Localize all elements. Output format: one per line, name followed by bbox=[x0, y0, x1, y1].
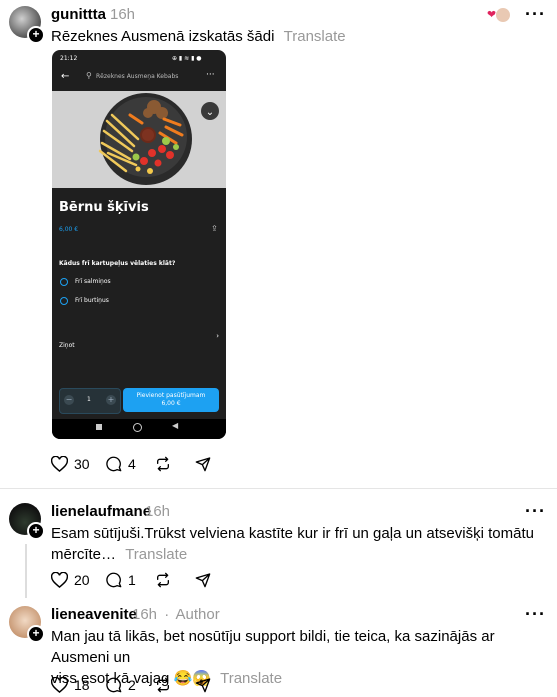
reply-button[interactable]: 1 bbox=[106, 572, 136, 588]
post-text: Rēzeknes Ausmenā izskatās šādi Translate bbox=[51, 26, 346, 47]
repost-icon bbox=[157, 572, 169, 588]
like-count: 18 bbox=[74, 677, 90, 693]
share-button[interactable] bbox=[195, 677, 211, 693]
more-options-icon[interactable]: ··· bbox=[525, 604, 546, 625]
back-arrow-icon[interactable]: ← bbox=[61, 71, 69, 82]
reply-line-1: Esam sūtījuši.Trūkst velviena kastīte ku… bbox=[51, 525, 534, 542]
option-radio-1[interactable]: Frī salmiņos bbox=[59, 277, 209, 289]
collapse-chevron-icon[interactable] bbox=[201, 102, 219, 120]
option-label: Frī salmiņos bbox=[75, 278, 111, 285]
android-nav-bar: ◀ bbox=[52, 419, 226, 439]
heart-icon bbox=[51, 677, 68, 693]
reply-count: 4 bbox=[128, 456, 136, 472]
reply-line-2-wrap: mērcīte… Translate bbox=[51, 544, 541, 565]
comment-icon bbox=[106, 572, 122, 588]
notes-row[interactable]: Ziņot › bbox=[59, 332, 219, 349]
like-button[interactable]: 30 bbox=[51, 456, 90, 472]
reply-time-value: 16h bbox=[132, 606, 158, 623]
post-body: Rēzeknes Ausmenā izskatās šādi bbox=[51, 28, 275, 45]
send-icon bbox=[195, 457, 211, 472]
send-icon bbox=[195, 573, 211, 588]
repost-icon bbox=[157, 456, 169, 472]
reply-actions: 20 1 bbox=[51, 572, 251, 592]
liked-by-badge: ❤ bbox=[487, 7, 511, 23]
follow-plus-icon[interactable]: + bbox=[27, 625, 45, 643]
heart-icon bbox=[51, 456, 68, 472]
chevron-right-icon: › bbox=[216, 332, 219, 340]
reply-username[interactable]: lienelaufmane bbox=[51, 503, 151, 520]
reply-count: 1 bbox=[128, 572, 136, 588]
like-count: 20 bbox=[74, 572, 90, 588]
reply-username[interactable]: lieneavenite bbox=[51, 606, 137, 623]
like-button[interactable]: 20 bbox=[51, 572, 90, 588]
add-to-order-button[interactable]: Pievienot pasūtījumam 6,00 € bbox=[123, 388, 219, 412]
food-photo: ⌄ bbox=[52, 91, 226, 188]
repost-button[interactable] bbox=[155, 456, 171, 472]
phone-more-icon[interactable]: ··· bbox=[206, 70, 215, 80]
option-question: Kādus frī kartupeļus vēlaties klāt? bbox=[59, 260, 176, 267]
status-time: 21:12 bbox=[60, 55, 78, 62]
heart-icon bbox=[51, 572, 68, 588]
reply-button[interactable]: 4 bbox=[106, 456, 136, 472]
repost-button[interactable] bbox=[155, 677, 171, 693]
plus-icon[interactable]: + bbox=[106, 395, 116, 405]
repost-button[interactable] bbox=[155, 572, 171, 588]
post-username[interactable]: gunittta bbox=[51, 6, 106, 23]
reply-count: 2 bbox=[128, 677, 136, 693]
notes-label: Ziņot bbox=[59, 342, 75, 349]
post-actions: 30 4 bbox=[51, 456, 251, 476]
radio-circle-icon bbox=[60, 278, 68, 286]
comment-icon bbox=[106, 677, 122, 693]
reply-text: Esam sūtījuši.Trūkst velviena kastīte ku… bbox=[51, 523, 541, 565]
item-price: 6,00 € bbox=[59, 226, 79, 233]
quantity-value: 1 bbox=[87, 396, 91, 403]
reply-time: 16h bbox=[145, 503, 171, 520]
add-button-price: 6,00 € bbox=[161, 400, 181, 407]
option-radio-2[interactable]: Frī burtiņus bbox=[59, 296, 209, 308]
thread-line bbox=[25, 544, 27, 598]
repost-icon bbox=[157, 677, 169, 693]
comment-icon bbox=[106, 456, 122, 472]
follow-plus-icon[interactable]: + bbox=[27, 26, 45, 44]
attached-image[interactable]: 21:12 ⊕ ▮ ≋ ▮ ● ← ⚲ Rēzeknes Ausmeņa Keb… bbox=[52, 50, 226, 439]
send-icon bbox=[195, 678, 211, 693]
divider bbox=[0, 488, 557, 489]
translate-link[interactable]: Translate bbox=[284, 28, 346, 45]
share-button[interactable] bbox=[195, 572, 211, 588]
minus-icon[interactable]: − bbox=[64, 395, 74, 405]
post-time: 16h bbox=[110, 6, 136, 23]
like-button[interactable]: 18 bbox=[51, 677, 90, 693]
back-triangle-icon[interactable]: ◀ bbox=[172, 421, 178, 430]
reply-actions: 18 2 bbox=[51, 677, 251, 697]
search-text[interactable]: Rēzeknes Ausmeņa Kebabs bbox=[96, 73, 178, 80]
home-icon[interactable] bbox=[133, 423, 142, 432]
item-title: Bērnu šķīvis bbox=[59, 200, 149, 215]
quantity-stepper[interactable]: − 1 + bbox=[59, 388, 121, 414]
reply-line-1: Man jau tā likās, bet nosūtīju support b… bbox=[51, 628, 495, 666]
share-icon[interactable]: ⇪ bbox=[211, 224, 218, 233]
option-label: Frī burtiņus bbox=[75, 297, 109, 304]
like-count: 30 bbox=[74, 456, 90, 472]
status-icons: ⊕ ▮ ≋ ▮ ● bbox=[172, 55, 202, 62]
reply-button[interactable]: 2 bbox=[106, 677, 136, 693]
translate-link[interactable]: Translate bbox=[125, 546, 187, 563]
liker-avatar bbox=[495, 7, 511, 23]
search-icon: ⚲ bbox=[86, 71, 92, 80]
reply-time: 16h · Author bbox=[132, 606, 220, 623]
radio-circle-icon bbox=[60, 297, 68, 305]
dot-separator: · bbox=[164, 606, 170, 623]
reply-line-2: mērcīte… bbox=[51, 546, 117, 563]
more-options-icon[interactable]: ··· bbox=[525, 501, 546, 522]
author-tag: Author bbox=[175, 606, 220, 623]
follow-plus-icon[interactable]: + bbox=[27, 522, 45, 540]
add-button-label: Pievienot pasūtījumam bbox=[136, 392, 206, 399]
share-button[interactable] bbox=[195, 456, 211, 472]
more-options-icon[interactable]: ··· bbox=[525, 4, 546, 25]
recents-icon[interactable] bbox=[96, 424, 102, 430]
